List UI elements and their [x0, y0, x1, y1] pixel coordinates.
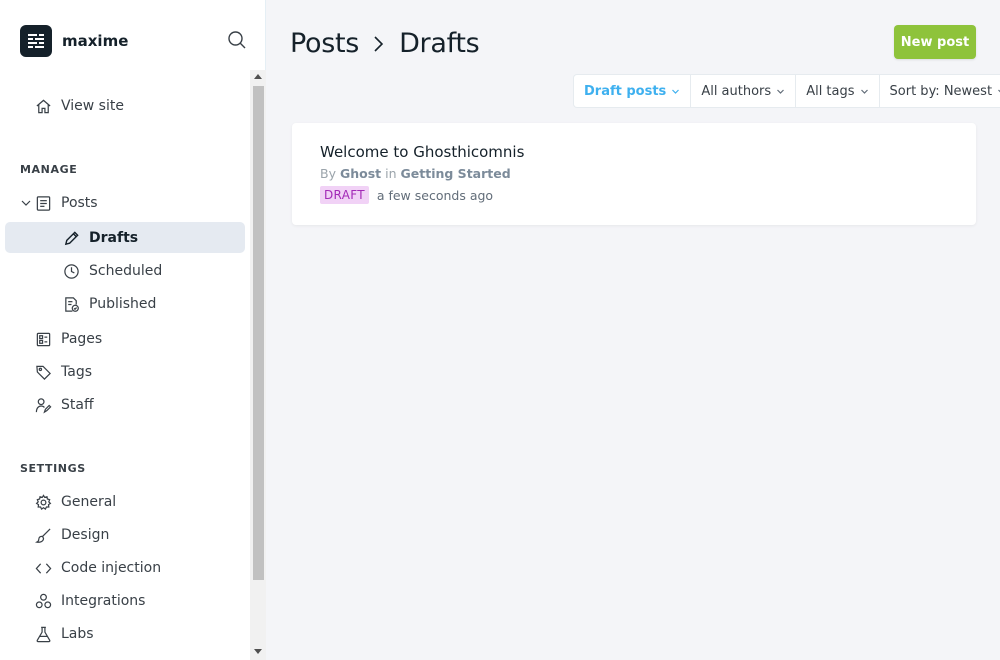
nav-labs-label: Labs	[61, 626, 94, 642]
post-status: DRAFT a few seconds ago	[320, 186, 493, 204]
status-badge: DRAFT	[320, 186, 369, 204]
breadcrumb-posts[interactable]: Posts	[290, 28, 359, 59]
staff-icon	[34, 396, 52, 414]
post-tag: Getting Started	[400, 166, 511, 181]
clock-icon	[62, 262, 80, 280]
home-icon	[34, 97, 52, 115]
nav-staff-label: Staff	[61, 397, 94, 413]
sidebar-scrollbar[interactable]	[250, 70, 266, 660]
nav-code-injection-label: Code injection	[61, 560, 162, 576]
posts-icon	[34, 194, 52, 212]
published-doc-icon	[62, 295, 80, 313]
new-post-button[interactable]: New post	[894, 25, 976, 59]
nav-code-injection[interactable]: Code injection	[34, 555, 161, 581]
nav-labs[interactable]: Labs	[34, 621, 94, 647]
sidebar-content: maxime View site MANAGE Posts Drafts Sch…	[0, 0, 250, 660]
filter-tags-select[interactable]: All tags	[796, 75, 880, 107]
search-icon	[228, 31, 246, 49]
nav-view-site[interactable]: View site	[34, 93, 124, 119]
pages-icon	[34, 330, 52, 348]
sidebar: maxime View site MANAGE Posts Drafts Sch…	[0, 0, 266, 660]
gear-icon	[34, 493, 52, 511]
tag-icon	[34, 363, 52, 381]
chevron-down-icon	[21, 200, 31, 206]
nav-posts[interactable]: Posts	[34, 190, 98, 216]
filter-tags-label: All tags	[806, 83, 855, 99]
post-list-item[interactable]: Welcome to Ghosthicomnis By Ghost in Get…	[292, 123, 976, 225]
nav-staff[interactable]: Staff	[34, 392, 94, 418]
breadcrumb-drafts: Drafts	[399, 28, 480, 59]
filter-authors-label: All authors	[701, 83, 772, 99]
nav-view-site-label: View site	[61, 98, 124, 114]
flask-icon	[34, 625, 52, 643]
nav-scheduled[interactable]: Scheduled	[62, 258, 162, 284]
nav-design[interactable]: Design	[34, 522, 109, 548]
pencil-icon	[62, 229, 80, 247]
filter-type-label: Draft posts	[584, 83, 667, 99]
integrations-icon	[34, 592, 52, 610]
posts-collapse-toggle[interactable]	[19, 196, 33, 210]
nav-tags-label: Tags	[61, 364, 92, 380]
nav-scheduled-label: Scheduled	[89, 263, 163, 279]
settings-section-label: SETTINGS	[20, 462, 86, 475]
post-in-label: in	[385, 166, 397, 181]
code-icon	[34, 559, 52, 577]
nav-drafts-label: Drafts	[89, 230, 139, 246]
post-timestamp: a few seconds ago	[376, 187, 494, 203]
nav-posts-label: Posts	[61, 195, 98, 211]
site-name: maxime	[62, 32, 129, 50]
site-logo-icon	[20, 25, 52, 57]
nav-drafts[interactable]: Drafts	[62, 225, 138, 251]
post-meta: By Ghost in Getting Started	[320, 166, 511, 181]
nav-pages-label: Pages	[61, 331, 103, 347]
post-author: Ghost	[339, 166, 382, 181]
nav-integrations-label: Integrations	[61, 593, 146, 609]
chevron-down-icon	[776, 87, 785, 96]
scrollbar-thumb[interactable]	[253, 86, 264, 580]
post-by-label: By	[320, 166, 336, 181]
filter-authors-select[interactable]: All authors	[691, 75, 797, 107]
scroll-down-arrow-icon[interactable]	[254, 649, 262, 654]
nav-general[interactable]: General	[34, 489, 116, 515]
scroll-up-arrow-icon[interactable]	[254, 74, 262, 79]
manage-section-label: MANAGE	[20, 163, 78, 176]
search-button[interactable]	[227, 30, 249, 52]
nav-pages[interactable]: Pages	[34, 326, 102, 352]
chevron-right-icon	[373, 35, 385, 53]
site-brand[interactable]: maxime	[20, 24, 128, 58]
nav-design-label: Design	[61, 527, 110, 543]
nav-general-label: General	[61, 494, 117, 510]
brush-icon	[34, 526, 52, 544]
filter-type-select[interactable]: Draft posts	[574, 75, 692, 107]
post-title: Welcome to Ghosthicomnis	[320, 143, 525, 161]
post-filters: Draft posts All authors All tags Sort by…	[574, 75, 1000, 107]
nav-tags[interactable]: Tags	[34, 359, 92, 385]
filter-sort-select[interactable]: Sort by: Newest	[880, 75, 1000, 107]
filter-sort-label: Sort by: Newest	[889, 83, 993, 99]
chevron-down-icon	[671, 87, 680, 96]
nav-published[interactable]: Published	[62, 291, 156, 317]
nav-published-label: Published	[89, 296, 157, 312]
chevron-down-icon	[860, 87, 869, 96]
nav-integrations[interactable]: Integrations	[34, 588, 145, 614]
page-title-breadcrumb: Posts Drafts	[290, 28, 480, 59]
